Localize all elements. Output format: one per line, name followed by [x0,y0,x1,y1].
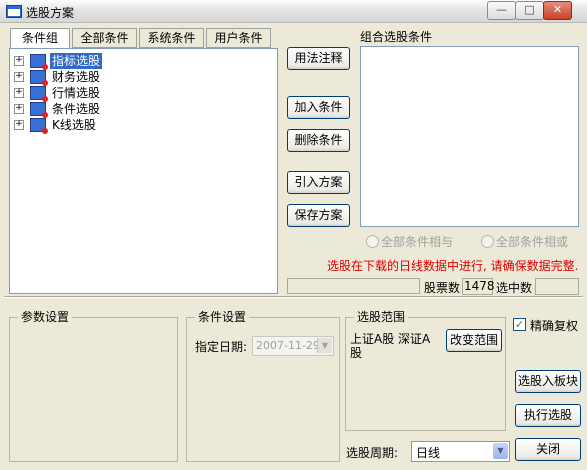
tree-item-label: 指标选股 [50,53,103,69]
minimize-button[interactable]: — [487,1,516,20]
stock-count-label: 股票数 [424,281,461,295]
chevron-down-icon[interactable]: ▼ [493,443,508,459]
date-picker[interactable]: 2007-11-29 ▼ [252,336,334,356]
data-warning: 选股在下载的日线数据中进行, 请确保数据完整. [327,259,579,273]
condition-folder-icon [30,54,48,70]
stock-selection-dialog: 选股方案 — □ ✕ 条件组 全部条件 系统条件 用户条件 + 指标选股 + 财… [0,0,587,470]
tree-item-label: 行情选股 [52,86,101,100]
condition-folder-icon [30,70,48,86]
condition-folder-icon [30,118,48,134]
period-select[interactable]: 日线 ▼ [411,441,510,462]
tree-item-label: K线选股 [52,118,96,132]
divider [4,296,583,298]
expand-icon[interactable]: + [14,104,24,114]
selected-count-label: 选中数 [496,281,533,295]
maximize-button[interactable]: □ [515,1,544,20]
expand-icon[interactable]: + [14,56,24,66]
radio-and-label: 全部条件相与 [381,235,454,249]
tree-item-label: 条件选股 [52,102,101,116]
exact-restore-label: 精确复权 [530,319,579,333]
tab-user-conditions[interactable]: 用户条件 [206,28,271,48]
tab-system-conditions[interactable]: 系统条件 [139,28,204,48]
condition-folder-icon [30,102,48,118]
radio-or-label: 全部条件相或 [496,235,569,249]
add-to-block-button[interactable]: 选股入板块 [515,370,581,393]
condition-tree[interactable]: + 指标选股 + 财务选股 + 行情选股 + 条件选股 + K线选股 [9,48,278,294]
tab-all-conditions[interactable]: 全部条件 [72,28,137,48]
title-bar: 选股方案 — □ ✕ [0,0,587,23]
period-value: 日线 [416,446,441,460]
delete-condition-button[interactable]: 删除条件 [287,129,350,152]
date-label: 指定日期: [195,340,248,354]
add-condition-button[interactable]: 加入条件 [287,96,350,119]
condition-settings-group: 条件设置 指定日期: 2007-11-29 ▼ [186,310,340,462]
tab-condition-group[interactable]: 条件组 [10,28,70,49]
progress-bar [287,278,420,294]
selection-range-title: 选股范围 [354,310,409,324]
window-title: 选股方案 [26,6,75,20]
change-range-button[interactable]: 改变范围 [446,329,502,352]
param-settings-title: 参数设置 [18,310,73,324]
radio-and[interactable] [366,235,379,248]
selection-range-group: 选股范围 上证A股 深证A股 改变范围 [345,310,506,431]
exact-restore-checkbox[interactable]: ✓ [513,318,526,331]
param-settings-group: 参数设置 [9,310,178,462]
tree-item-label: 财务选股 [52,70,101,84]
usage-notes-button[interactable]: 用法注释 [287,47,350,70]
combo-conditions-list[interactable] [360,46,579,227]
chevron-down-icon[interactable]: ▼ [317,338,332,353]
radio-or[interactable] [481,235,494,248]
expand-icon[interactable]: + [14,72,24,82]
condition-folder-icon [30,86,48,102]
close-button[interactable]: 关闭 [515,438,581,461]
period-label: 选股周期: [346,446,399,460]
window-icon [6,5,22,18]
combo-conditions-title: 组合选股条件 [360,30,433,44]
selected-count-value [535,278,579,295]
range-text: 上证A股 深证A股 [350,332,431,360]
expand-icon[interactable]: + [14,120,24,130]
date-value: 2007-11-29 [256,339,320,352]
save-plan-button[interactable]: 保存方案 [287,204,350,227]
execute-selection-button[interactable]: 执行选股 [515,404,581,427]
close-window-button[interactable]: ✕ [543,1,572,20]
expand-icon[interactable]: + [14,88,24,98]
import-plan-button[interactable]: 引入方案 [287,171,350,194]
condition-settings-title: 条件设置 [195,310,250,324]
stock-count-value: 1478 [462,278,495,295]
